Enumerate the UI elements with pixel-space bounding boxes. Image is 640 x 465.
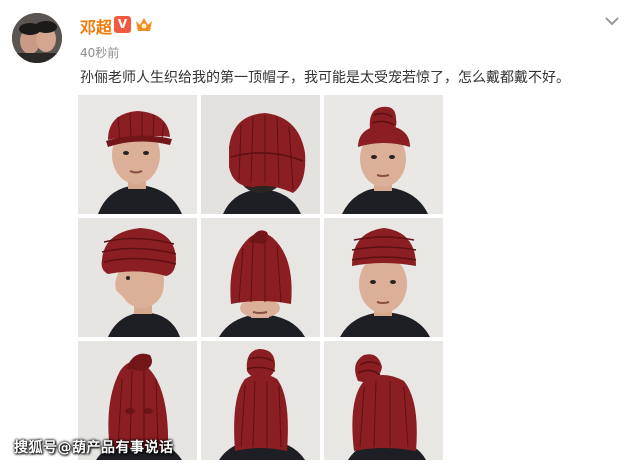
photo-8[interactable]: [201, 341, 320, 460]
verified-v-badge: V: [114, 16, 131, 33]
post-timestamp[interactable]: 40秒前: [80, 44, 119, 61]
photo-1[interactable]: [78, 95, 197, 214]
photo-2[interactable]: [201, 95, 320, 214]
source-watermark: 搜狐号@葫产品有事说话: [14, 440, 174, 456]
photo-grid: [78, 95, 443, 460]
username[interactable]: 邓超: [80, 14, 112, 38]
photo-6[interactable]: [324, 218, 443, 337]
post-text: 孙俪老师人生织给我的第一顶帽子，我可能是太受宠若惊了，怎么戴都戴不好。: [80, 70, 570, 86]
chevron-down-icon[interactable]: [604, 12, 620, 26]
photo-3[interactable]: [324, 95, 443, 214]
photo-9[interactable]: [324, 341, 443, 460]
photo-4[interactable]: [78, 218, 197, 337]
crown-badge-icon: [134, 15, 154, 34]
photo-5[interactable]: [201, 218, 320, 337]
avatar[interactable]: [12, 13, 62, 63]
